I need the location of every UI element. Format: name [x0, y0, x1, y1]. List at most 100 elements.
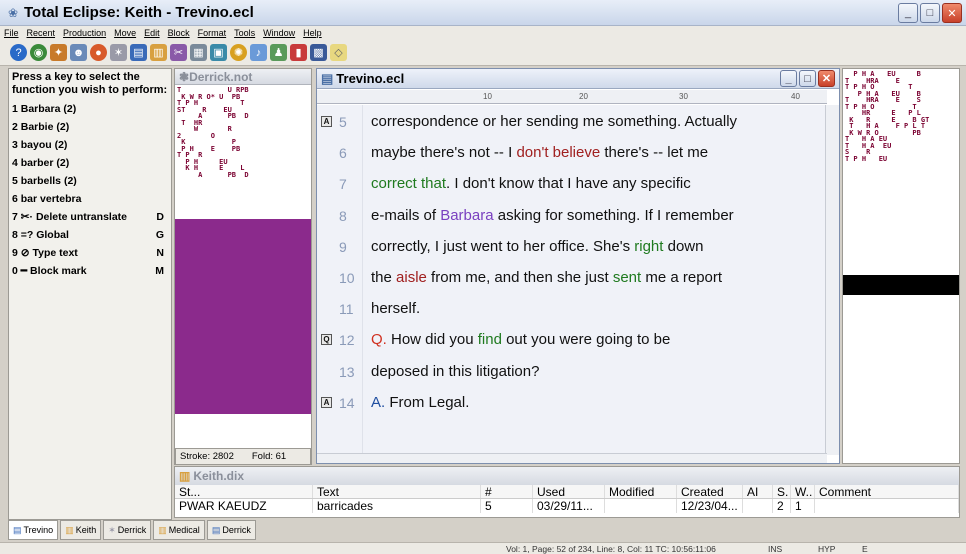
maximize-button[interactable]: □	[920, 3, 940, 23]
ruler[interactable]: 10 20 30 40	[317, 90, 827, 104]
menu-production[interactable]: Production	[63, 28, 106, 38]
column-header[interactable]: Used	[533, 485, 605, 498]
transcript-line[interactable]: 9 correctly, I just went to her office. S…	[317, 232, 827, 262]
tools-icon[interactable]: ✦	[50, 44, 67, 61]
chart-icon[interactable]: ▮	[290, 44, 307, 61]
line-marker-icon: Q	[321, 334, 332, 346]
transcript-line[interactable]: 6 maybe there's not -- I don't believe th…	[317, 138, 827, 168]
dictionary-panel[interactable]: ▥ Keith.dix St... Text # Used Modified Cr…	[174, 466, 960, 518]
tab-keith[interactable]: ▥ Keith	[60, 520, 102, 540]
function-item[interactable]: 5 barbells (2)	[12, 172, 168, 190]
vertical-scrollbar[interactable]	[825, 105, 839, 455]
status-hyp: HYP	[818, 544, 836, 554]
star-icon[interactable]: ✶	[110, 44, 127, 61]
menu-tools[interactable]: Tools	[234, 28, 255, 38]
transcript-line[interactable]: 10 the aisle from me, and then she just s…	[317, 263, 827, 293]
book-icon[interactable]: ▤	[130, 44, 147, 61]
function-item[interactable]: 4 barber (2)	[12, 154, 168, 172]
minimize-button[interactable]: _	[898, 3, 918, 23]
people-icon[interactable]: ☻	[70, 44, 87, 61]
steno-notes-panel[interactable]: ❃ Derrick.not T U RPB K W R O* U PB T P …	[174, 68, 312, 465]
steno-strokes-panel[interactable]: P H A EU B T HRA E T P H O T P H A EU B …	[842, 68, 960, 464]
function-item-label: 8 =? Global	[12, 229, 69, 241]
function-item[interactable]: 2 Barbie (2)	[12, 118, 168, 136]
gear-icon[interactable]: ✺	[230, 44, 247, 61]
transcript-line[interactable]: 7 correct that. I don't know that I have …	[317, 169, 827, 199]
notes-tab-icon: ✶	[108, 524, 116, 535]
transcript-line[interactable]: 13 deposed in this litigation?	[317, 357, 827, 387]
column-header[interactable]: S.	[773, 485, 791, 498]
column-header[interactable]: Text	[313, 485, 481, 498]
menu-edit[interactable]: Edit	[144, 28, 160, 38]
book2-icon[interactable]: ▥	[150, 44, 167, 61]
function-item[interactable]: 9 ⊘ Type text N	[12, 244, 168, 262]
transcript-line[interactable]: 8 e-mails of Barbara asking for something…	[317, 201, 827, 231]
doc-maximize-button[interactable]: □	[799, 70, 816, 87]
line-number: 11	[339, 301, 354, 318]
fold-count: Fold: 61	[251, 451, 287, 462]
menu-format[interactable]: Format	[198, 28, 227, 38]
table-row[interactable]: PWAR KAEUDZ barricades 5 03/29/11... 12/…	[175, 499, 959, 513]
line-number: 8	[339, 207, 347, 224]
title-bar: ❀ Total Eclipse: Keith - Trevino.ecl _ □…	[0, 0, 966, 26]
ruler-tick: 20	[579, 92, 588, 101]
close-button[interactable]: ✕	[942, 3, 962, 23]
transcript-line[interactable]: Q 12 Q. How did you find out you were goi…	[317, 325, 827, 355]
text-run: How did you	[386, 331, 478, 349]
function-item[interactable]: 3 bayou (2)	[12, 136, 168, 154]
tab-medical[interactable]: ▥ Medical	[153, 520, 205, 540]
horizontal-scrollbar[interactable]	[317, 453, 827, 463]
column-header[interactable]: Modified	[605, 485, 677, 498]
column-header[interactable]: Created	[677, 485, 743, 498]
line-number: 6	[339, 145, 347, 162]
transcript-line[interactable]: A 5 correspondence or her sending me somet…	[317, 107, 827, 137]
column-header[interactable]: W..	[791, 485, 815, 498]
menu-move[interactable]: Move	[114, 28, 136, 38]
function-item[interactable]: 6 bar vertebra	[12, 190, 168, 208]
function-item[interactable]: 0 ━ Block mark M	[12, 262, 168, 280]
line-number: 12	[339, 332, 355, 349]
tab-label: Keith	[75, 525, 97, 535]
document-icon: ▤	[321, 70, 334, 86]
text-run: out you were going to be	[501, 331, 671, 349]
transcript-line[interactable]: A 14 A. From Legal.	[317, 388, 827, 418]
dictionary-icon: ▥	[179, 469, 191, 483]
function-item[interactable]: 7 ✂· Delete untranslate D	[12, 208, 168, 226]
person-icon[interactable]: ♟	[270, 44, 287, 61]
menu-help[interactable]: Help	[303, 28, 322, 38]
steno-title-text: Derrick.not	[189, 69, 253, 84]
help-icon[interactable]: ?	[10, 44, 27, 61]
status-ins: INS	[768, 544, 783, 554]
menu-recent[interactable]: Recent	[27, 28, 56, 38]
line-number: 10	[339, 270, 355, 286]
tab-trevino[interactable]: ▤ Trevino	[8, 520, 59, 540]
tab-derrick[interactable]: ✶ Derrick	[103, 520, 152, 540]
doc-close-button[interactable]: ✕	[818, 70, 835, 87]
doc-minimize-button[interactable]: _	[780, 70, 797, 87]
menu-block[interactable]: Block	[168, 28, 190, 38]
toolbar: ? ◉ ✦ ☻ ● ✶ ▤ ▥ ✂ ▦ ▣ ✺ ♪ ♟ ▮ ▩ ◇	[0, 40, 966, 66]
transcript-line[interactable]: 11 herself.	[317, 294, 827, 324]
grid-icon[interactable]: ▩	[310, 44, 327, 61]
globe-icon[interactable]: ◉	[30, 44, 47, 61]
column-header[interactable]: #	[481, 485, 533, 498]
scissors-icon[interactable]: ✂	[170, 44, 187, 61]
printer-icon[interactable]: ▦	[190, 44, 207, 61]
tab-derrick-2[interactable]: ▤ Derrick	[206, 520, 256, 540]
card-icon[interactable]: ◇	[330, 44, 347, 61]
document-window[interactable]: ▤ Trevino.ecl _ □ ✕ 10 20 30 40 A 5 corres…	[316, 68, 840, 464]
column-header[interactable]: St...	[175, 485, 313, 498]
ball-icon[interactable]: ●	[90, 44, 107, 61]
text-run: correctly, I just went to her office. Sh…	[371, 237, 635, 255]
document-body[interactable]: A 5 correspondence or her sending me somet…	[317, 105, 827, 455]
table-cell: PWAR KAEUDZ	[175, 499, 313, 513]
function-item[interactable]: 8 =? Global G	[12, 226, 168, 244]
column-header[interactable]: AI	[743, 485, 773, 498]
line-text: Q. How did you find out you were going t…	[371, 325, 670, 355]
menu-window[interactable]: Window	[263, 28, 295, 38]
speaker-icon[interactable]: ♪	[250, 44, 267, 61]
menu-file[interactable]: File	[4, 28, 19, 38]
column-header[interactable]: Comment	[815, 485, 959, 498]
function-item[interactable]: 1 Barbara (2)	[12, 100, 168, 118]
image-icon[interactable]: ▣	[210, 44, 227, 61]
